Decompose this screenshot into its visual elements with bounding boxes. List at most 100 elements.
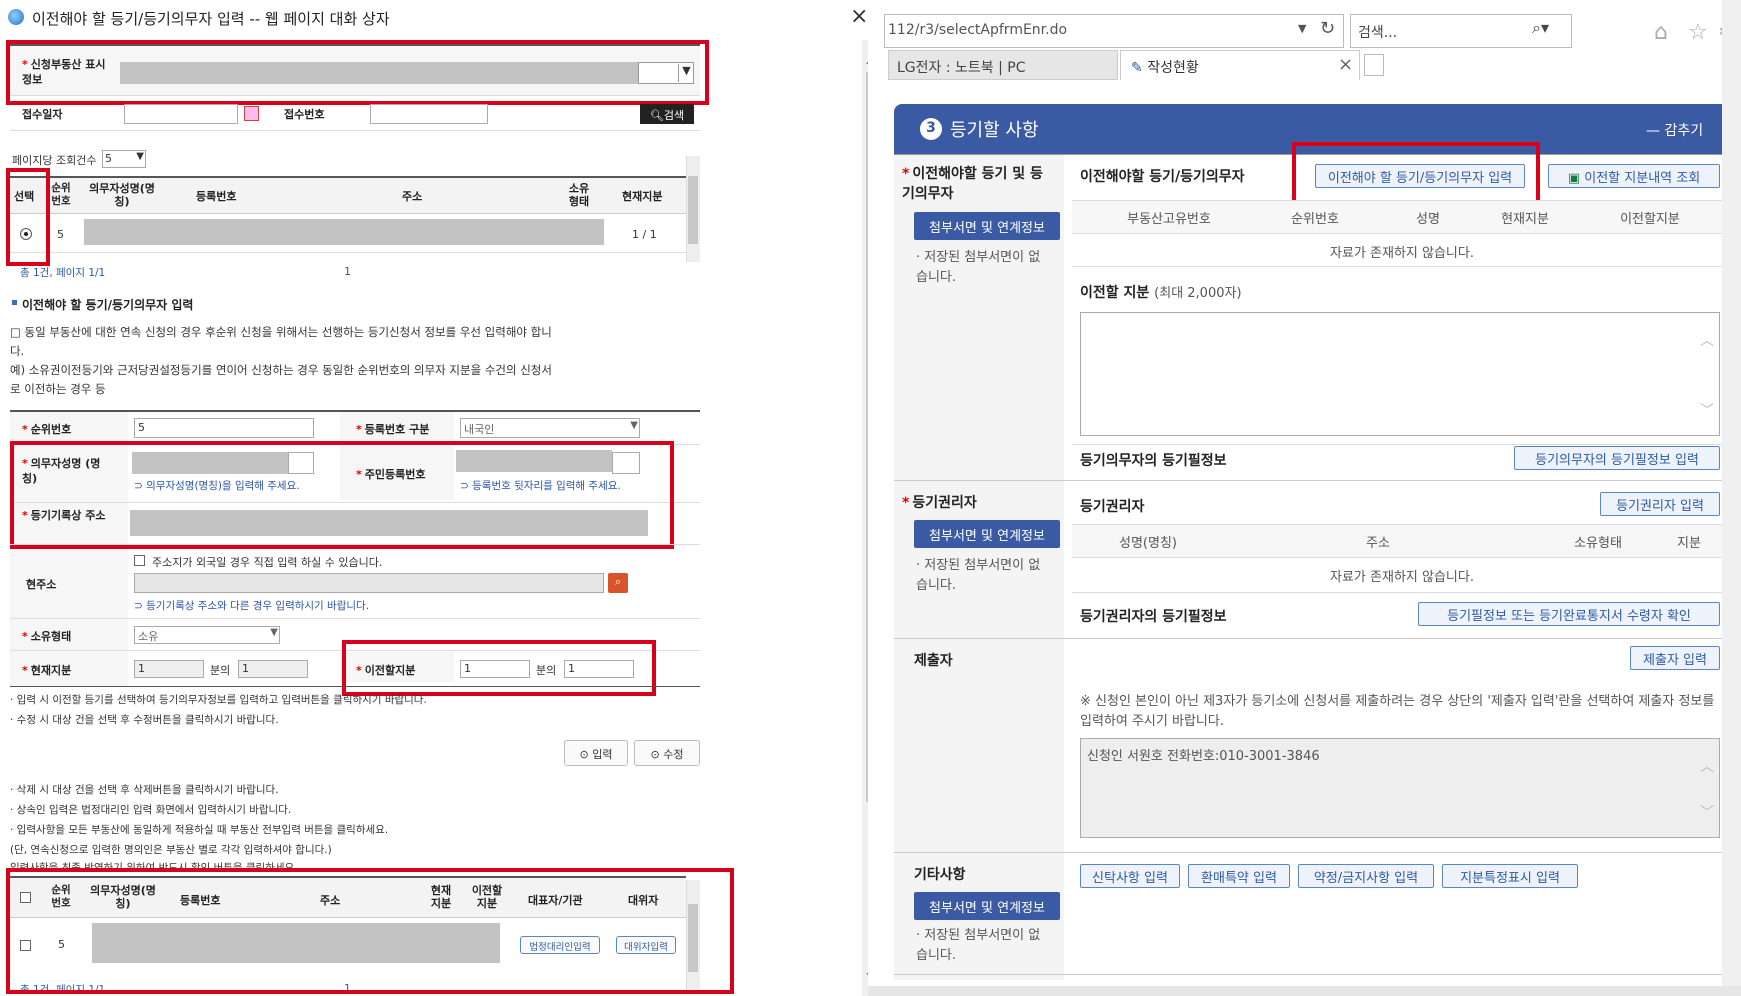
chevron-down-icon[interactable]: ▼: [1298, 22, 1306, 35]
row2-col-2: 소유형태: [1574, 536, 1622, 551]
cur-share-den: 1: [238, 660, 308, 678]
row2-col-0: 성명(명칭): [1119, 536, 1177, 551]
grid1-scroll-thumb[interactable]: [688, 176, 698, 244]
row1-col-4: 이전할지분: [1620, 212, 1680, 227]
grid1-page[interactable]: 1: [344, 265, 351, 278]
submitter-button[interactable]: 제출자 입력: [1630, 646, 1720, 670]
scroll-down-icon[interactable]: ﹀: [1700, 400, 1714, 420]
row1-label: 이전해야할 등기 및 등기의무자: [902, 166, 1043, 202]
cur-addr-input[interactable]: [134, 573, 604, 593]
home-icon[interactable]: ⌂: [1654, 20, 1668, 45]
transfer-share-title: 이전할 지분: [1080, 285, 1150, 301]
highlight-input-obligor: [1292, 142, 1540, 206]
note1-line-2: · 수정 시 대상 건을 선택 후 수정버튼을 클릭하시기 바랍니다.: [10, 714, 279, 726]
foreign-checkbox[interactable]: [134, 555, 145, 566]
grid1-footer: 총 1건, 페이지 1/1: [20, 267, 106, 279]
row2-no-data: 자료가 존재하지 않습니다.: [1330, 570, 1474, 585]
transfer-share-max: (최대 2,000자): [1154, 286, 1242, 301]
search-icon[interactable]: ⌕: [608, 573, 628, 593]
repurchase-input-button[interactable]: 환매특약 입력: [1188, 864, 1290, 888]
h-scrollbar[interactable]: [868, 986, 1741, 996]
address-url[interactable]: 112/r3/selectApfrmEnr.do: [888, 22, 1067, 38]
attach-button-1[interactable]: 첨부서면 및 연계정보: [914, 212, 1060, 240]
highlight-property: [6, 40, 709, 105]
row1-title: 이전해야할 등기/등기의무자: [1080, 169, 1245, 185]
holder-input-button[interactable]: 등기권리자 입력: [1600, 492, 1720, 516]
row2-col-1: 주소: [1366, 536, 1390, 551]
search-placeholder: 검색...: [1358, 25, 1398, 41]
page-size-select[interactable]: 5 ▼: [102, 150, 146, 168]
row1-no-data: 자료가 존재하지 않습니다.: [1330, 246, 1474, 261]
tab-lg[interactable]: LG전자 : 노트북 | PC: [888, 50, 1118, 80]
receipt-date-input[interactable]: [124, 104, 238, 124]
row1-col-0: 부동산고유번호: [1127, 212, 1211, 227]
tab-close-icon[interactable]: ×: [1338, 54, 1353, 75]
highlight-obligor: [10, 441, 674, 549]
covenant-input-button[interactable]: 약정/금지사항 입력: [1298, 864, 1434, 888]
section-title: 등기할 사항: [950, 120, 1039, 141]
cur-addr-hint: ⊃ 등기기록상 주소와 다른 경우 입력하시기 바랍니다.: [134, 600, 370, 612]
regno-type-label: 등록번호 구분: [364, 423, 430, 436]
refresh-icon[interactable]: ↻: [1320, 18, 1335, 39]
row2-label: 등기권리자: [912, 495, 977, 511]
note2-line-3: · 입력사항을 모든 부동산에 동일하게 적용하실 때 부동산 전부입력 버튼을…: [10, 824, 389, 836]
grid1-col-owntype: 소유형태: [568, 182, 590, 208]
new-tab-icon[interactable]: [1364, 54, 1384, 76]
page-scrollbar[interactable]: [1722, 0, 1741, 996]
scroll-up-icon[interactable]: ︿: [1700, 330, 1714, 350]
receipt-no-input[interactable]: [370, 104, 488, 124]
own-type-label: 소유형태: [30, 630, 72, 643]
dialog-window: 이전해야 할 등기/등기의무자 입력 -- 웹 페이지 대화 상자 × * 신청부…: [0, 0, 884, 996]
no-attach-3: · 저장된 첨부서면이 없습니다.: [916, 928, 1041, 963]
input-button[interactable]: ⊙ 입력: [564, 740, 628, 766]
grid1-row-masked: [84, 219, 604, 245]
share-indicator-input-button[interactable]: 지분특정표시 입력: [1442, 864, 1578, 888]
transfer-share-textarea[interactable]: [1080, 312, 1720, 436]
grid1-col-regno: 등록번호: [196, 190, 237, 203]
edit-button[interactable]: ⊙ 수정: [634, 740, 700, 766]
close-icon[interactable]: ×: [850, 4, 868, 29]
attach-button-2[interactable]: 첨부서면 및 연계정보: [914, 520, 1060, 548]
scroll-up-icon[interactable]: ︿: [1700, 756, 1714, 776]
search-icon[interactable]: ⌕▾: [1532, 18, 1549, 38]
rank-label: 순위번호: [30, 423, 72, 436]
row3-label: 제출자: [914, 653, 953, 669]
holder-cert-button[interactable]: 등기필정보 또는 등기완료통지서 수령자 확인: [1418, 602, 1720, 626]
rank-input[interactable]: 5: [134, 418, 314, 438]
dialog-titlebar: 이전해야 할 등기/등기의무자 입력 -- 웹 페이지 대화 상자: [0, 0, 760, 34]
grid1-row-share: 1 / 1: [632, 228, 657, 241]
grid1-row-rank: 5: [57, 228, 64, 241]
obligor-cert-button[interactable]: 등기의무자의 등기필정보 입력: [1514, 446, 1720, 470]
scroll-down-icon[interactable]: ﹀: [1700, 802, 1714, 822]
collapse-button[interactable]: — 감추기: [1646, 120, 1703, 140]
dialog-title: 이전해야 할 등기/등기의무자 입력 -- 웹 페이지 대화 상자: [32, 10, 390, 28]
grid1-col-obligor: 의무자성명(명칭): [89, 182, 155, 208]
tab-status[interactable]: ✎ 작성현황: [1120, 50, 1360, 80]
note1-line-1: · 입력 시 이전할 등기를 선택하여 등기의무자정보를 입력하고 입력버튼을 …: [10, 694, 427, 706]
highlight-select-col: [6, 168, 50, 266]
attach-button-3[interactable]: 첨부서면 및 연계정보: [914, 892, 1060, 920]
cur-share-label: 현재지분: [30, 664, 72, 677]
regno-type-select[interactable]: 내국인 ▼: [460, 418, 640, 438]
trust-input-button[interactable]: 신탁사항 입력: [1080, 864, 1180, 888]
ie-icon: [8, 9, 24, 25]
note2-line-2: · 상속인 입력은 법정대리인 입력 화면에서 입력하시기 바랍니다.: [10, 804, 292, 816]
chevron-down-icon: ▼: [630, 420, 638, 431]
cur-share-num: 1: [134, 660, 204, 678]
share-view-button[interactable]: ▣ 이전할 지분내역 조회: [1548, 164, 1720, 188]
row1-col-2: 성명: [1416, 212, 1440, 227]
submitter-textarea[interactable]: 신청인 서원호 전화번호:010-3001-3846: [1080, 738, 1720, 838]
section-title: 이전해야 할 등기/등기의무자 입력: [22, 298, 194, 312]
search-button[interactable]: 🔍︎검색: [640, 104, 694, 124]
foreign-check-label: 주소지가 외국일 경우 직접 입력 하실 수 있습니다.: [152, 556, 383, 569]
highlight-grid2: [6, 868, 734, 994]
row1-col-3: 현재지분: [1501, 212, 1549, 227]
star-icon[interactable]: ☆: [1688, 20, 1708, 45]
calendar-icon[interactable]: [244, 106, 259, 121]
holder-cert-title: 등기권리자의 등기필정보: [1080, 609, 1227, 625]
pin-icon: ✎: [1131, 60, 1143, 76]
receipt-date-label: 접수일자: [22, 108, 63, 121]
search-icon: 🔍︎: [649, 109, 664, 122]
own-type-select[interactable]: 소유 ▼: [134, 626, 280, 644]
row2-title: 등기권리자: [1080, 499, 1145, 515]
